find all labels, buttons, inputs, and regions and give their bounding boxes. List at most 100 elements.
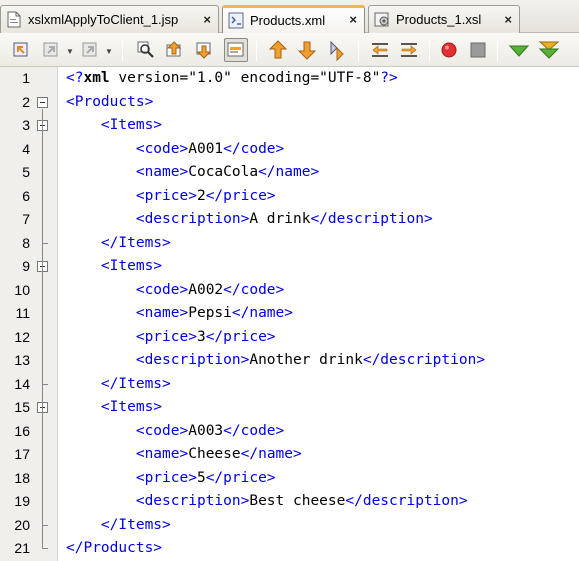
code-line[interactable]: 2 <Products> [0, 91, 579, 115]
line-number: 13 [14, 352, 30, 368]
code-line[interactable]: 16 <code>A003</code> [0, 420, 579, 444]
tab-label: Products_1.xsl [396, 12, 482, 27]
code-line[interactable]: 14 </Items> [0, 373, 579, 397]
find-previous-icon[interactable] [163, 38, 187, 62]
previous-bookmark-icon[interactable] [266, 38, 290, 62]
validate-xml-icon[interactable] [537, 38, 561, 62]
code-line[interactable]: 7 <description>A drink</description> [0, 208, 579, 232]
code-line[interactable]: 10 <code>A002</code> [0, 279, 579, 303]
code-text: <name>Cheese</name> [135, 446, 302, 462]
code-line[interactable]: 15 <Items> [0, 396, 579, 420]
code-text: <description>A drink</description> [135, 211, 433, 227]
line-number: 19 [14, 493, 30, 509]
fold-end-tick [42, 383, 48, 385]
code-line[interactable]: 21 </Products> [0, 537, 579, 561]
fold-collapse-icon[interactable] [37, 96, 48, 108]
line-number: 10 [14, 281, 30, 298]
toggle-bookmark-icon[interactable] [325, 38, 349, 62]
next-bookmark-icon[interactable] [295, 38, 319, 62]
code-line[interactable]: 6 <price>2</price> [0, 185, 579, 209]
line-number: 2 [22, 93, 30, 110]
line-number: 7 [22, 211, 30, 227]
toolbar-separator [429, 41, 430, 61]
xsl-file-icon [373, 11, 391, 29]
chevron-down-icon[interactable]: ▼ [105, 47, 113, 56]
history-icon[interactable] [78, 38, 102, 62]
code-line[interactable]: 8 </Items> [0, 232, 579, 256]
tab-products-xml[interactable]: Products.xml × [222, 5, 365, 34]
xml-file-icon [227, 11, 245, 29]
toggle-highlight-icon[interactable] [224, 38, 248, 62]
line-number: 15 [14, 399, 30, 415]
line-number: 4 [22, 140, 30, 157]
line-number: 1 [22, 70, 30, 86]
line-number: 11 [15, 305, 30, 321]
code-text: <Items> [100, 258, 163, 274]
code-text: <description>Best cheese</description> [135, 493, 468, 509]
record-macro-icon[interactable] [437, 38, 461, 62]
code-text: <Items> [100, 117, 163, 133]
toolbar-separator [497, 41, 498, 61]
line-number: 3 [22, 117, 30, 133]
code-text: <Items> [100, 399, 163, 415]
code-text: <code>A001</code> [135, 140, 285, 157]
xml-editor[interactable]: 1 <?xml version="1.0" encoding="UTF-8"?> 2… [0, 67, 579, 561]
tab-products-1-xsl[interactable]: Products_1.xsl × [368, 5, 520, 33]
line-number: 12 [14, 328, 30, 345]
code-text: </Products> [66, 540, 163, 556]
fold-guide-line [42, 414, 43, 526]
close-icon[interactable]: × [504, 13, 512, 27]
code-text: <?xml version="1.0" encoding="UTF-8"?> [66, 70, 398, 86]
fold-guide-line [42, 132, 43, 244]
code-text: <price>3</price> [135, 328, 276, 345]
tab-label: xslxmlApplyToClient_1.jsp [28, 12, 179, 27]
fold-end-tick [42, 548, 48, 549]
stop-macro-icon[interactable] [466, 38, 490, 62]
find-icon[interactable] [134, 38, 158, 62]
code-line[interactable]: 3 <Items> [0, 114, 579, 138]
fold-end-tick [42, 524, 48, 526]
code-line[interactable]: 5 <name>CocaCola</name> [0, 161, 579, 185]
toolbar-separator [122, 41, 123, 61]
toolbar-separator [256, 41, 257, 61]
code-text: <price>2</price> [135, 187, 276, 204]
toolbar-separator [358, 41, 359, 61]
jsp-file-icon [5, 11, 23, 29]
chevron-down-icon[interactable]: ▼ [66, 47, 74, 56]
forward-icon[interactable] [39, 38, 63, 62]
find-next-icon[interactable] [193, 38, 217, 62]
back-icon[interactable] [9, 38, 33, 62]
tab-xslxmlapplytoclient-jsp[interactable]: xslxmlApplyToClient_1.jsp × [0, 5, 219, 33]
code-text: <code>A002</code> [135, 281, 285, 298]
code-line[interactable]: 20 </Items> [0, 514, 579, 538]
code-text: <name>CocaCola</name> [135, 164, 320, 180]
code-line[interactable]: 9 <Items> [0, 255, 579, 279]
line-number: 6 [22, 187, 30, 204]
code-text: <code>A003</code> [135, 422, 285, 439]
code-line[interactable]: 19 <description>Best cheese</description… [0, 490, 579, 514]
line-number: 8 [22, 234, 30, 251]
code-line[interactable]: 18 <price>5</price> [0, 467, 579, 491]
code-text: <price>5</price> [135, 469, 276, 486]
code-text: </Items> [100, 234, 171, 251]
shift-right-icon[interactable] [397, 38, 421, 62]
check-xml-icon[interactable] [507, 38, 531, 62]
code-text: <name>Pepsi</name> [135, 305, 293, 321]
code-line[interactable]: 12 <price>3</price> [0, 326, 579, 350]
line-number: 17 [14, 446, 30, 462]
tab-label: Products.xml [250, 12, 326, 28]
code-line[interactable]: 13 <description>Another drink</descripti… [0, 349, 579, 373]
code-line[interactable]: 11 <name>Pepsi</name> [0, 302, 579, 326]
code-line[interactable]: 4 <code>A001</code> [0, 138, 579, 162]
code-text: <description>Another drink</description> [135, 352, 486, 368]
code-text: </Items> [100, 516, 171, 533]
close-icon[interactable]: × [203, 13, 211, 27]
code-line[interactable]: 1 <?xml version="1.0" encoding="UTF-8"?> [0, 67, 579, 91]
line-number: 5 [22, 164, 30, 180]
close-icon[interactable]: × [349, 13, 357, 27]
shift-left-icon[interactable] [368, 38, 392, 62]
line-number: 9 [22, 258, 30, 274]
code-line[interactable]: 17 <name>Cheese</name> [0, 443, 579, 467]
editor-tab-bar: xslxmlApplyToClient_1.jsp × Products.xml… [0, 0, 579, 34]
line-number: 18 [14, 469, 30, 486]
